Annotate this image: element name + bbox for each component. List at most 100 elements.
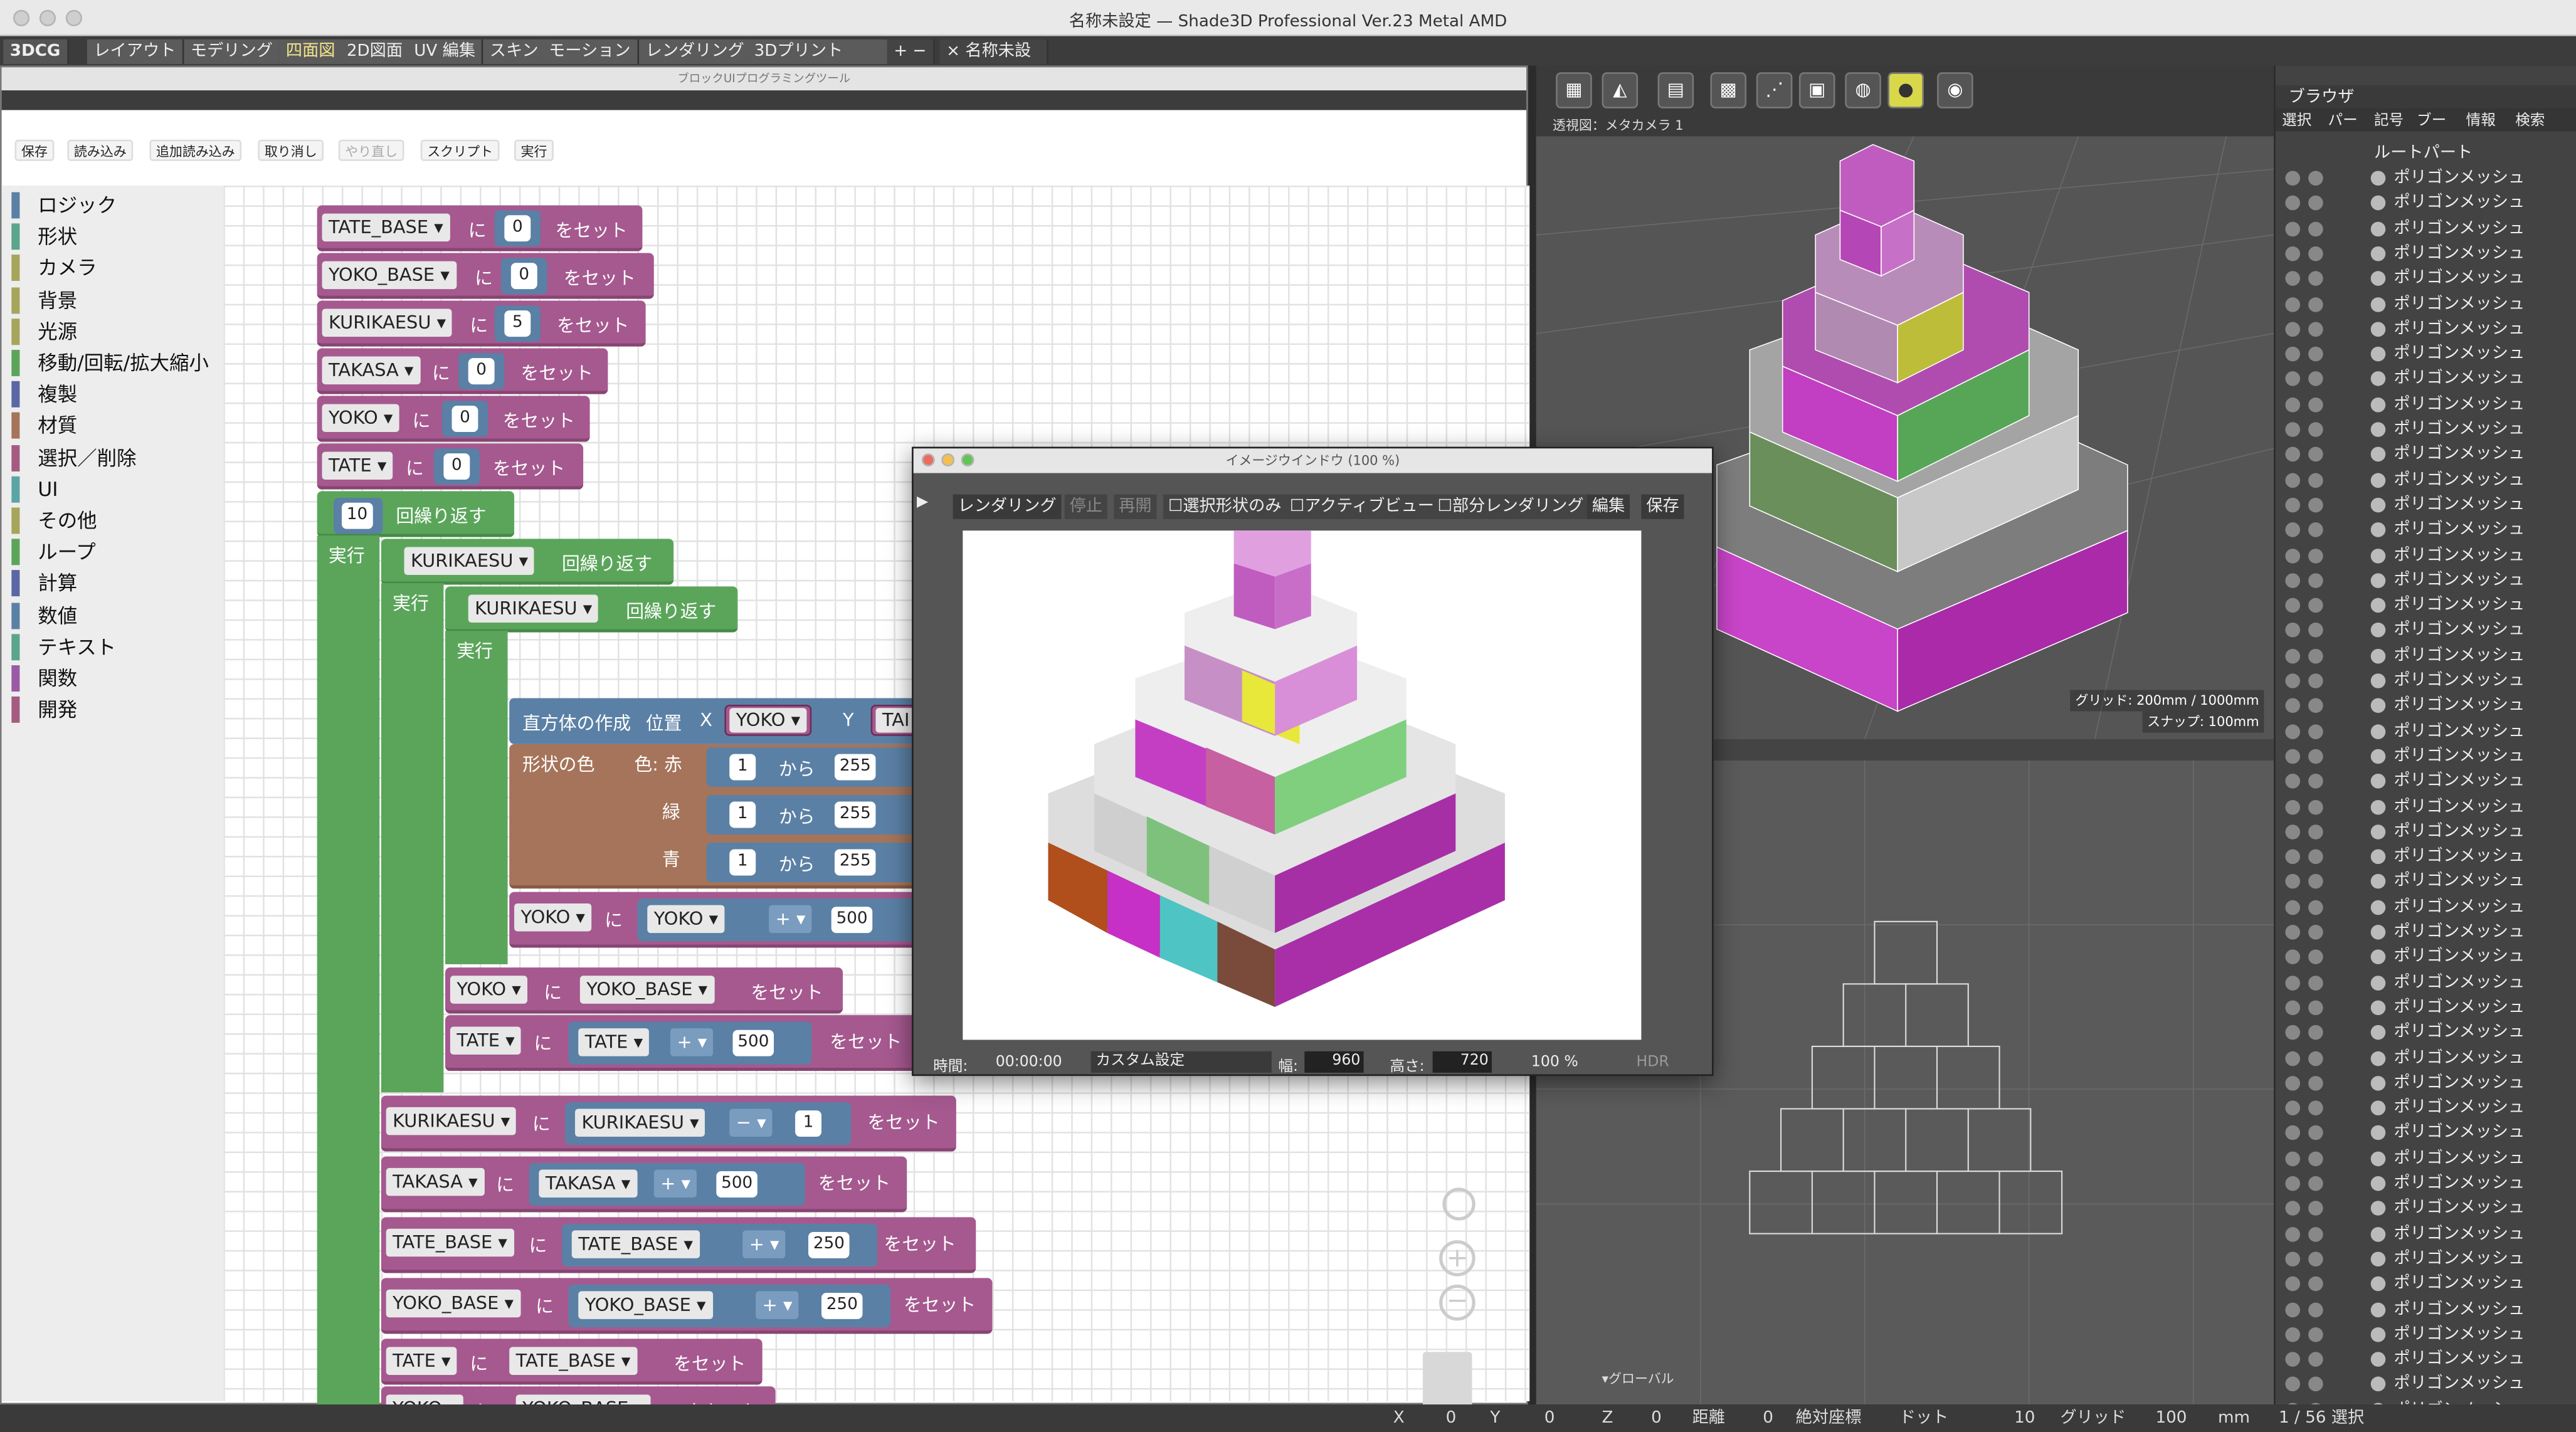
render-toggle-icon[interactable] [2308,1377,2323,1393]
visibility-eye-icon[interactable] [2285,547,2300,563]
render-toggle-icon[interactable] [2308,246,2323,261]
visibility-eye-icon[interactable] [2285,296,2300,312]
browser-item-polygon-mesh[interactable]: ポリゴンメッシュ [2276,216,2576,241]
render-toggle-icon[interactable] [2308,196,2323,211]
browser-item-polygon-mesh[interactable]: ポリゴンメッシュ [2276,945,2576,969]
browser-item-polygon-mesh[interactable]: ポリゴンメッシュ [2276,819,2576,844]
browser-item-polygon-mesh[interactable]: ポリゴンメッシュ [2276,1297,2576,1321]
render-toggle-icon[interactable] [2308,321,2323,337]
browser-item-polygon-mesh[interactable]: ポリゴンメッシュ [2276,392,2576,416]
browser-item-polygon-mesh[interactable]: ポリゴンメッシュ [2276,241,2576,266]
render-toggle-icon[interactable] [2308,522,2323,538]
partial-render-toggle[interactable]: ☐部分レンダリング [1432,494,1589,519]
var-dropdown[interactable]: KURIKAESU ▾ [322,308,453,337]
visibility-eye-icon[interactable] [2285,749,2300,764]
render-sphere-icon[interactable]: ◉ [1936,72,1973,108]
render-toggle-icon[interactable] [2308,1302,2323,1317]
number-input[interactable]: 0 [510,263,537,290]
var-dropdown[interactable]: TATE_BASE ▾ [571,1230,700,1258]
render-toggle-icon[interactable] [2308,1277,2323,1292]
operator-dropdown[interactable]: + ▾ [769,905,812,934]
category-item[interactable]: 複製 [11,381,77,408]
browser-item-polygon-mesh[interactable]: ポリゴンメッシュ [2276,543,2576,567]
render-toggle-icon[interactable] [2308,397,2323,412]
browser-tab-boolean[interactable]: ブー [2417,108,2446,130]
create-cube-block[interactable]: 直方体の作成 位置 X YOKO ▾ Y TAI [509,698,917,744]
zoom-level[interactable]: 100 % [1531,1055,1578,1071]
browser-tab-search[interactable]: 検索 [2515,108,2545,130]
render-toggle-icon[interactable] [2308,749,2323,764]
visibility-eye-icon[interactable] [2285,623,2300,638]
run-button[interactable]: 実行 [514,139,554,161]
render-toggle-icon[interactable] [2308,1176,2323,1191]
visibility-eye-icon[interactable] [2285,1000,2300,1015]
browser-item-polygon-mesh[interactable]: ポリゴンメッシュ [2276,493,2576,517]
set-block-yoko-increment[interactable]: YOKO ▾ に YOKO ▾ + ▾ 500 [509,892,917,948]
browser-item-polygon-mesh[interactable]: ポリゴンメッシュ [2276,794,2576,819]
tab-2d-drawing[interactable]: 2D図面 [340,39,411,65]
render-toggle-icon[interactable] [2308,824,2323,840]
edit-button[interactable]: 編集 [1586,494,1630,519]
render-toggle-icon[interactable] [2308,572,2323,588]
var-dropdown[interactable]: KURIKAESU ▾ [468,594,599,623]
browser-item-polygon-mesh[interactable]: ポリゴンメッシュ [2276,1196,2576,1221]
render-toggle-icon[interactable] [2308,925,2323,940]
load-button[interactable]: 読み込み [67,139,134,161]
center-view-icon[interactable] [1442,1187,1475,1221]
number-input[interactable]: 0 [504,215,531,242]
var-dropdown[interactable]: YOKO ▾ [729,708,807,733]
visibility-eye-icon[interactable] [2285,522,2300,538]
tab-uv-edit[interactable]: UV 編集 [407,39,484,65]
mesh-icon[interactable]: ▣ [1798,72,1835,108]
unit-dropdown[interactable]: mm [2218,1404,2250,1432]
redo-button[interactable]: やり直し [338,139,404,161]
visibility-eye-icon[interactable] [2285,246,2300,261]
render-toggle-icon[interactable] [2308,799,2323,814]
grid-value[interactable]: 100 [2155,1404,2187,1432]
visibility-eye-icon[interactable] [2285,1226,2300,1241]
category-item[interactable]: その他 [11,507,97,534]
var-dropdown[interactable]: TAKASA ▾ [386,1167,485,1196]
browser-item-polygon-mesh[interactable]: ポリゴンメッシュ [2276,920,2576,944]
category-item[interactable]: 数値 [11,602,77,629]
set-block-tate-base[interactable]: TATE_BASE ▾ に 0 をセット [317,205,643,251]
visibility-eye-icon[interactable] [2285,472,2300,488]
zoom-out-icon[interactable]: − [1439,1284,1475,1321]
browser-tab-part[interactable]: パー [2328,108,2358,130]
repeat-block-outer[interactable]: 10 回繰り返す [317,491,515,537]
visibility-eye-icon[interactable] [2285,397,2300,412]
grid-tool-icon[interactable]: ▦ [1556,72,1592,108]
browser-item-polygon-mesh[interactable]: ポリゴンメッシュ [2276,1146,2576,1171]
var-dropdown[interactable]: TAKASA ▾ [322,356,420,385]
active-view-toggle[interactable]: ☐アクティブビュー [1284,494,1439,519]
set-block-tate-base-increment[interactable]: TATE_BASE ▾ に TATE_BASE ▾ + ▾ 250 をセット [381,1217,976,1273]
browser-tab-symbol[interactable]: 記号 [2374,108,2404,130]
browser-item-polygon-mesh[interactable]: ポリゴンメッシュ [2276,744,2576,769]
visibility-eye-icon[interactable] [2285,874,2300,890]
visibility-eye-icon[interactable] [2285,1150,2300,1166]
browser-tab-select[interactable]: 選択 [2282,108,2311,130]
var-dropdown[interactable]: YOKO ▾ [514,903,592,932]
height-input[interactable]: 720 [1432,1051,1492,1073]
zoom-in-icon[interactable]: + [1439,1240,1475,1277]
undo-button[interactable]: 取り消し [258,139,324,161]
browser-item-polygon-mesh[interactable]: ポリゴンメッシュ [2276,970,2576,994]
render-toggle-icon[interactable] [2308,623,2323,638]
resume-button[interactable]: 再開 [1114,494,1157,519]
var-dropdown[interactable]: TATE_BASE ▾ [322,213,450,242]
render-toggle-icon[interactable] [2308,1201,2323,1216]
browser-item-polygon-mesh[interactable]: ポリゴンメッシュ [2276,1096,2576,1120]
browser-tab-info[interactable]: 情報 [2466,108,2496,130]
tab-3dcg[interactable]: 3DCG [3,39,69,65]
set-block-yoko-base[interactable]: YOKO_BASE ▾ に 0 をセット [317,253,654,299]
render-toggle-icon[interactable] [2308,171,2323,186]
render-toggle-icon[interactable] [2308,1251,2323,1266]
browser-item-polygon-mesh[interactable]: ポリゴンメッシュ [2276,191,2576,216]
preset-dropdown[interactable]: カスタム設定 [1090,1051,1272,1073]
visibility-eye-icon[interactable] [2285,1100,2300,1116]
browser-item-polygon-mesh[interactable]: ポリゴンメッシュ [2276,618,2576,643]
browser-item-polygon-mesh[interactable]: ポリゴンメッシュ [2276,443,2576,467]
browser-item-polygon-mesh[interactable]: ポリゴンメッシュ [2276,1246,2576,1271]
browser-item-polygon-mesh[interactable]: ポリゴンメッシュ [2276,1271,2576,1296]
tab-layout[interactable]: レイアウト [87,39,184,65]
